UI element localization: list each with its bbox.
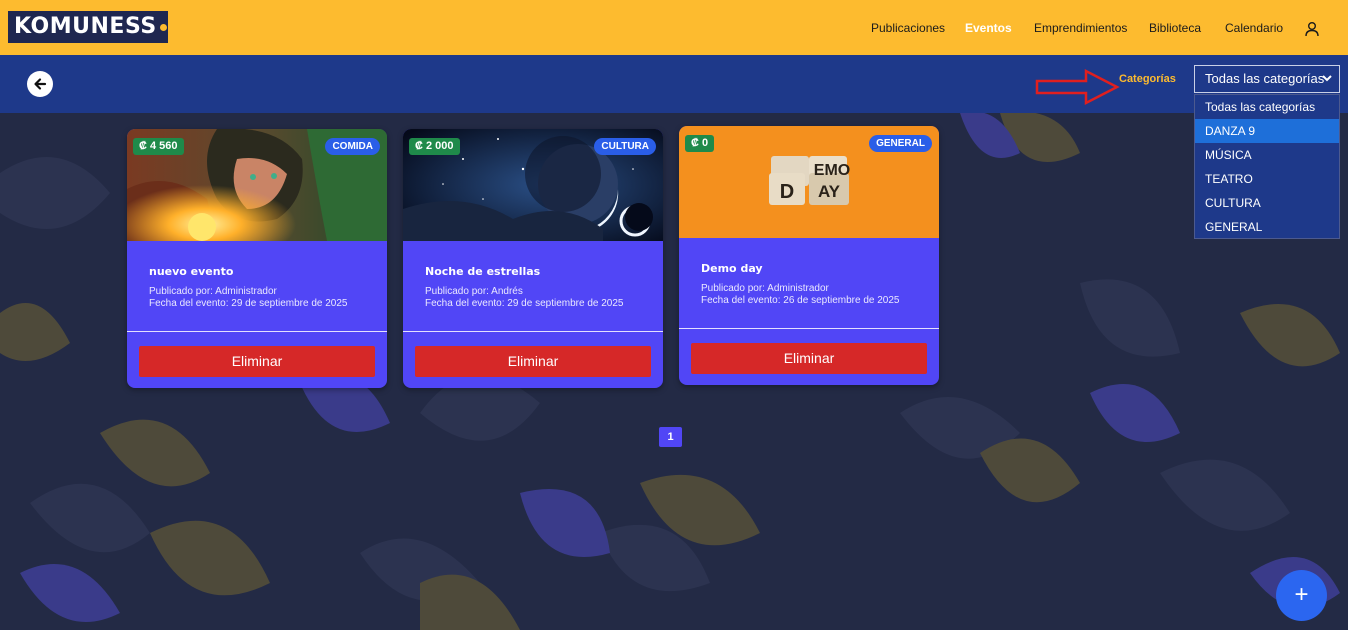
arrow-left-icon (34, 78, 47, 90)
category-badge: COMIDA (325, 138, 380, 155)
event-card[interactable]: ₡ 4 560 COMIDA nuevo evento Publicado po… (127, 129, 387, 388)
event-title: Noche de estrellas (425, 265, 541, 278)
event-author: Publicado por: Andrés (425, 286, 523, 297)
event-image: ₡ 2 000 CULTURA (403, 129, 663, 241)
event-details: Demo day Publicado por: Administrador Fe… (679, 238, 939, 329)
pagination-page[interactable]: 1 (659, 427, 682, 447)
filter-bar: Categorías Todas las categorías (0, 55, 1348, 113)
event-details: nuevo evento Publicado por: Administrado… (127, 241, 387, 332)
event-card[interactable]: EMO D AY ₡ 0 GENERAL Demo day Publicado … (679, 126, 939, 385)
nav-publicaciones[interactable]: Publicaciones (871, 21, 945, 35)
category-badge: GENERAL (869, 135, 932, 152)
price-badge: ₡ 4 560 (133, 138, 184, 155)
category-select[interactable]: Todas las categorías (1194, 65, 1340, 93)
event-title: nuevo evento (149, 265, 234, 278)
top-navbar: KOMUNESS Publicaciones Eventos Emprendim… (0, 0, 1348, 55)
event-image: EMO D AY ₡ 0 GENERAL (679, 126, 939, 238)
category-dropdown: Todas las categorías DANZA 9 MÚSICA TEAT… (1194, 94, 1340, 239)
add-event-button[interactable]: + (1276, 570, 1327, 621)
event-image: ₡ 4 560 COMIDA (127, 129, 387, 241)
price-badge: ₡ 0 (685, 135, 715, 152)
event-date: Fecha del evento: 26 de septiembre de 20… (701, 295, 900, 306)
nav-calendario[interactable]: Calendario (1225, 21, 1283, 35)
nav-emprendimientos[interactable]: Emprendimientos (1034, 21, 1127, 35)
option-cultura[interactable]: CULTURA (1195, 191, 1339, 215)
option-danza[interactable]: DANZA 9 (1195, 119, 1339, 143)
nav-eventos[interactable]: Eventos (965, 21, 1012, 35)
nav-biblioteca[interactable]: Biblioteca (1149, 21, 1201, 35)
categories-label: Categorías (1119, 73, 1176, 85)
event-date: Fecha del evento: 29 de septiembre de 20… (425, 298, 624, 309)
option-teatro[interactable]: TEATRO (1195, 167, 1339, 191)
back-button[interactable] (27, 71, 53, 97)
option-todas[interactable]: Todas las categorías (1195, 95, 1339, 119)
red-arrow-annotation (1035, 68, 1120, 106)
option-musica[interactable]: MÚSICA (1195, 143, 1339, 167)
delete-button[interactable]: Eliminar (415, 346, 651, 377)
dice-text-left: D (780, 181, 794, 203)
event-title: Demo day (701, 262, 763, 275)
category-select-value: Todas las categorías (1205, 71, 1325, 86)
event-card[interactable]: ₡ 2 000 CULTURA Noche de estrellas Publi… (403, 129, 663, 388)
dice-text-top: EMO (814, 162, 850, 179)
price-badge: ₡ 2 000 (409, 138, 460, 155)
delete-button[interactable]: Eliminar (691, 343, 927, 374)
delete-button[interactable]: Eliminar (139, 346, 375, 377)
option-general[interactable]: GENERAL (1195, 215, 1339, 239)
user-icon[interactable] (1304, 21, 1320, 37)
event-date: Fecha del evento: 29 de septiembre de 20… (149, 298, 348, 309)
event-author: Publicado por: Administrador (701, 283, 829, 294)
category-badge: CULTURA (594, 138, 656, 155)
event-details: Noche de estrellas Publicado por: Andrés… (403, 241, 663, 332)
chevron-down-icon (1322, 75, 1332, 82)
dice-text-right: AY (818, 182, 841, 201)
event-author: Publicado por: Administrador (149, 286, 277, 297)
brand-logo[interactable]: KOMUNESS (8, 11, 168, 43)
